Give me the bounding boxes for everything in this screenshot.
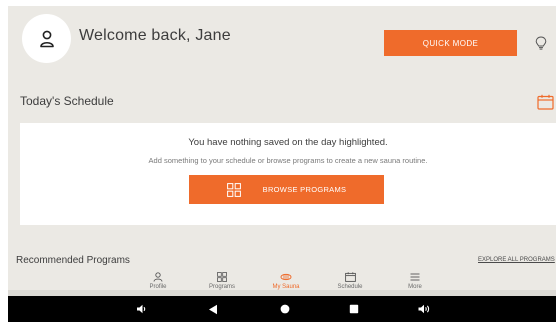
recents-button[interactable] (347, 303, 361, 315)
lightbulb-icon[interactable] (535, 36, 547, 50)
nav-item-my-sauna[interactable]: My Sauna (261, 272, 311, 290)
calendar-icon[interactable] (537, 94, 554, 110)
back-button[interactable] (206, 303, 220, 315)
empty-schedule-subtitle: Add something to your schedule or browse… (148, 156, 428, 165)
programs-grid-icon (226, 182, 241, 197)
sauna-icon (280, 273, 292, 281)
recents-icon (349, 304, 359, 314)
volume-down-icon (137, 304, 146, 314)
browse-programs-label: BROWSE PROGRAMS (262, 185, 347, 194)
profile-icon (153, 272, 163, 282)
welcome-text: Welcome back, Jane (79, 27, 231, 44)
calendar-icon (344, 272, 356, 282)
menu-icon (410, 273, 420, 281)
nav-item-more[interactable]: More (390, 272, 440, 290)
section-title-recommended: Recommended Programs (16, 255, 130, 266)
app-screen: Welcome back, Jane QUICK MODE Today's Sc… (8, 6, 556, 322)
nav-item-schedule[interactable]: Schedule (325, 272, 375, 290)
nav-item-programs[interactable]: Programs (197, 272, 247, 290)
quick-mode-button[interactable]: QUICK MODE (384, 30, 517, 56)
programs-grid-icon (217, 272, 227, 282)
explore-all-programs-link[interactable]: EXPLORE ALL PROGRAMS (478, 257, 555, 263)
volume-up-icon (418, 304, 430, 314)
avatar[interactable] (22, 14, 71, 63)
user-icon (39, 30, 54, 47)
empty-schedule-title: You have nothing saved on the day highli… (188, 137, 388, 148)
system-navigation-bar (8, 296, 556, 322)
volume-down-button[interactable] (134, 303, 148, 315)
home-icon (280, 304, 290, 314)
nav-item-profile[interactable]: Profile (133, 272, 183, 290)
section-title-schedule: Today's Schedule (20, 94, 114, 108)
back-icon (209, 304, 217, 314)
browse-programs-button[interactable]: BROWSE PROGRAMS (189, 175, 384, 204)
empty-schedule-card: You have nothing saved on the day highli… (20, 123, 556, 225)
volume-up-button[interactable] (417, 303, 431, 315)
home-button[interactable] (278, 303, 292, 315)
